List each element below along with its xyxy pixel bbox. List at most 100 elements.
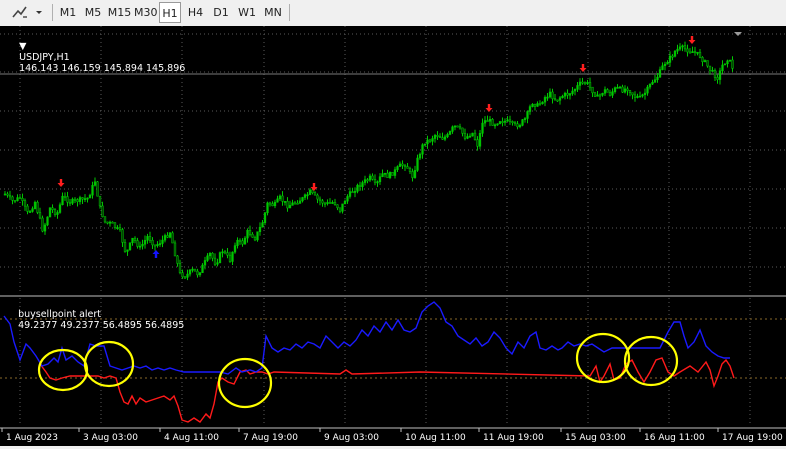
- candle-body: [601, 93, 604, 96]
- candle-body: [398, 163, 402, 167]
- candle-body: [223, 251, 227, 254]
- candle-body: [221, 251, 224, 254]
- timeframe-button-h1[interactable]: H1: [159, 2, 181, 23]
- candle-body: [233, 245, 237, 253]
- candle-body: [11, 196, 14, 201]
- candle-body: [373, 179, 377, 183]
- candle-body: [648, 83, 652, 88]
- candle-body: [298, 200, 302, 204]
- candle-body: [483, 120, 487, 124]
- candle-body: [611, 91, 614, 96]
- candle-body: [408, 168, 412, 172]
- candle-body: [336, 204, 339, 209]
- candle-body: [123, 242, 127, 252]
- candle-body: [686, 48, 689, 53]
- time-axis-label: 4 Aug 11:00: [164, 433, 219, 443]
- candle-body: [703, 60, 707, 62]
- candle-body: [103, 216, 107, 223]
- candle-body: [573, 89, 577, 92]
- candle-body: [393, 169, 397, 176]
- timeframe-button-m15[interactable]: M15: [107, 2, 132, 23]
- candle-body: [553, 98, 557, 101]
- candle-body: [3, 193, 7, 196]
- chart-canvas[interactable]: 1 Aug 2023 3 Aug 03:00 4 Aug 11:00 7 Aug 19…: [0, 26, 786, 446]
- candle-body: [546, 96, 549, 99]
- candle-body: [36, 201, 39, 213]
- timeframe-button-m30[interactable]: M30: [134, 2, 158, 23]
- timeframe-button-mn[interactable]: MN: [261, 2, 285, 23]
- candle-body: [71, 198, 74, 204]
- candle-body: [158, 243, 162, 245]
- candle-body: [131, 237, 134, 244]
- candle-body: [203, 260, 207, 266]
- time-axis-label: 9 Aug 03:00: [324, 433, 379, 443]
- candle-body: [618, 86, 622, 89]
- time-axis: 1 Aug 2023 3 Aug 03:00 4 Aug 11:00 7 Aug 19…: [1, 428, 783, 443]
- candle-body: [403, 165, 407, 167]
- candle-body: [516, 123, 519, 128]
- drawing-tools-icon[interactable]: [10, 2, 30, 23]
- candle-body: [401, 163, 404, 166]
- highlight-circle: [217, 357, 273, 409]
- candle-body: [478, 133, 482, 147]
- candle-body: [23, 200, 27, 207]
- drawing-tools-dropdown-icon[interactable]: [33, 2, 45, 23]
- candle-body: [93, 181, 97, 186]
- candle-body: [26, 205, 29, 212]
- candle-body: [133, 237, 137, 241]
- timeframe-button-m5[interactable]: M5: [82, 2, 104, 23]
- collapse-triangle-icon[interactable]: ▼: [19, 41, 26, 52]
- candle-body: [326, 202, 329, 204]
- candle-body: [198, 272, 202, 276]
- candle-body: [156, 244, 159, 246]
- candle-body: [666, 62, 669, 65]
- candle-body: [278, 195, 282, 200]
- candle-body: [481, 122, 484, 134]
- candle-body: [691, 51, 694, 53]
- candle-body: [231, 251, 234, 262]
- time-axis-label: 16 Aug 11:00: [644, 433, 705, 443]
- candle-body: [728, 59, 732, 62]
- candle-body: [468, 135, 472, 138]
- candle-body: [416, 157, 419, 171]
- candle-body: [678, 46, 682, 50]
- candle-body: [83, 198, 87, 200]
- timeframe-button-d1[interactable]: D1: [210, 2, 232, 23]
- candle-body: [141, 243, 144, 247]
- candle-body: [188, 269, 192, 275]
- candle-body: [521, 119, 524, 126]
- candle-body: [281, 195, 284, 202]
- candle-body: [436, 135, 439, 137]
- candle-body: [718, 70, 722, 80]
- timeframe-button-h4[interactable]: H4: [184, 2, 207, 23]
- candle-body: [186, 273, 189, 278]
- candle-body: [253, 237, 257, 241]
- candle-body: [143, 240, 147, 245]
- candle-body: [358, 184, 362, 187]
- candle-body: [598, 94, 602, 97]
- candle-body: [426, 139, 429, 145]
- timeframe-button-w1[interactable]: W1: [236, 2, 258, 23]
- candle-body: [496, 123, 499, 126]
- candle-body: [138, 245, 142, 248]
- candle-body: [31, 208, 34, 212]
- candle-body: [506, 119, 509, 122]
- candle-body: [676, 48, 679, 52]
- timeframe-button-m1[interactable]: M1: [57, 2, 79, 23]
- candle-body: [261, 222, 264, 228]
- candle-body: [613, 87, 617, 92]
- candle-body: [578, 81, 582, 86]
- candle-body: [111, 221, 114, 224]
- time-axis-label: 7 Aug 19:00: [243, 433, 298, 443]
- candle-body: [101, 205, 104, 217]
- candle-body: [563, 92, 567, 97]
- chart-window[interactable]: 1 Aug 2023 3 Aug 03:00 4 Aug 11:00 7 Aug 19…: [0, 26, 786, 446]
- candle-body: [81, 197, 84, 200]
- candle-body: [8, 194, 12, 198]
- candle-body: [663, 63, 667, 67]
- symbol-info: USDJPY,H1: [19, 52, 70, 63]
- candle-body: [218, 252, 222, 263]
- candle-body: [486, 120, 489, 122]
- candle-body: [538, 103, 542, 105]
- candle-body: [711, 69, 714, 72]
